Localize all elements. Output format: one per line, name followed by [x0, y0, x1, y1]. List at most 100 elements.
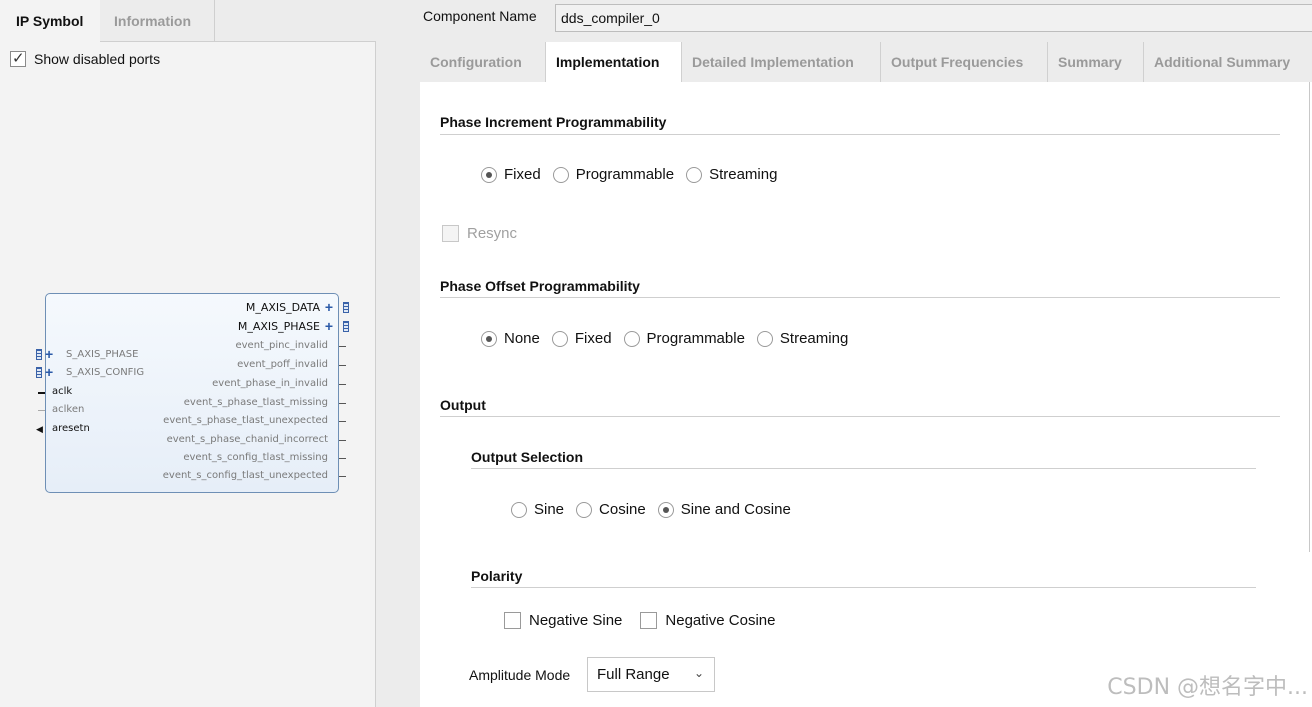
- radio-label[interactable]: Sine and Cosine: [681, 501, 791, 518]
- section-divider: [440, 416, 1280, 417]
- port-aclk: aclk: [52, 386, 73, 397]
- radio-label[interactable]: Streaming: [709, 166, 777, 183]
- radio-phase-inc-streaming[interactable]: [686, 166, 703, 183]
- output-selection-radio-group: Sine Cosine Sine and Cosine: [511, 501, 803, 518]
- section-divider: [471, 587, 1256, 588]
- tab-information[interactable]: Information: [100, 0, 215, 42]
- watermark: CSDN @想名字中...: [1107, 675, 1308, 700]
- port-pin: [339, 365, 346, 366]
- negative-cosine-label[interactable]: Negative Cosine: [665, 612, 775, 629]
- left-tab-bar: IP Symbol Information: [0, 0, 376, 43]
- radio-phase-off-none[interactable]: [481, 330, 497, 347]
- tab-additional-summary[interactable]: Additional Summary: [1144, 42, 1312, 82]
- bus-icon: [343, 321, 349, 332]
- tab-detailed-implementation[interactable]: Detailed Implementation: [682, 42, 881, 82]
- port-event-poff-invalid: event_poff_invalid: [237, 359, 328, 370]
- tab-configuration[interactable]: Configuration: [420, 42, 546, 82]
- amplitude-mode-label: Amplitude Mode: [469, 667, 571, 683]
- tab-implementation[interactable]: Implementation: [546, 42, 682, 83]
- port-m-axis-phase: M_AXIS_PHASE: [237, 320, 320, 333]
- port-event-s-phase-chanid-incorrect: event_s_phase_chanid_incorrect: [166, 434, 328, 445]
- ip-symbol-block: M_AXIS_DATA + M_AXIS_PHASE + event_pinc_inva…: [36, 293, 349, 493]
- port-s-axis-phase: S_AXIS_PHASE: [66, 349, 139, 360]
- port-pin: [339, 403, 346, 404]
- radio-phase-off-programmable[interactable]: [623, 330, 640, 347]
- port-event-s-config-tlast-missing: event_s_config_tlast_missing: [183, 452, 328, 463]
- bus-icon: [36, 367, 42, 378]
- check-icon[interactable]: [10, 49, 26, 67]
- output-title: Output: [440, 397, 486, 413]
- port-pin: [339, 421, 346, 422]
- section-divider: [440, 134, 1280, 135]
- show-disabled-ports-label: Show disabled ports: [34, 51, 161, 67]
- tab-summary[interactable]: Summary: [1048, 42, 1144, 82]
- implementation-page: Phase Increment Programmability Fixed Pr…: [420, 82, 1312, 707]
- negative-sine-label[interactable]: Negative Sine: [529, 612, 622, 629]
- output-selection-title: Output Selection: [471, 449, 583, 465]
- component-name-input[interactable]: dds_compiler_0: [555, 4, 1312, 32]
- radio-output-cosine[interactable]: [576, 501, 593, 518]
- plus-icon[interactable]: +: [45, 365, 53, 379]
- radio-output-sine-and-cosine[interactable]: [657, 501, 674, 518]
- port-pin: [339, 476, 346, 477]
- radio-label[interactable]: Cosine: [599, 501, 646, 518]
- port-aclken: aclken: [52, 404, 85, 415]
- port-event-phase-in-invalid: event_phase_in_invalid: [212, 378, 328, 389]
- radio-phase-inc-programmable[interactable]: [552, 166, 569, 183]
- radio-label[interactable]: None: [504, 330, 540, 347]
- plus-icon[interactable]: +: [325, 319, 333, 333]
- radio-phase-inc-fixed[interactable]: [481, 166, 497, 183]
- scrollbar[interactable]: [1309, 82, 1310, 552]
- amplitude-mode-value: Full Range: [597, 666, 670, 683]
- port-event-s-phase-tlast-unexpected: event_s_phase_tlast_unexpected: [163, 415, 328, 426]
- phase-increment-title: Phase Increment Programmability: [440, 114, 667, 130]
- port-pin: [339, 346, 346, 347]
- resync-checkbox[interactable]: Resync: [442, 225, 535, 242]
- radio-label[interactable]: Fixed: [504, 166, 541, 183]
- polarity-checkbox-group: Negative Sine Negative Cosine: [504, 612, 793, 629]
- show-disabled-ports-checkbox[interactable]: Show disabled ports: [10, 49, 160, 69]
- radio-label[interactable]: Streaming: [780, 330, 848, 347]
- radio-label[interactable]: Sine: [534, 501, 564, 518]
- polarity-title: Polarity: [471, 568, 523, 584]
- radio-phase-off-fixed[interactable]: [551, 330, 568, 347]
- section-divider: [440, 297, 1280, 298]
- port-pin: [339, 440, 346, 441]
- inverted-pin-icon: ◀: [36, 424, 43, 434]
- right-panel: Component Name dds_compiler_0 Configurat…: [380, 0, 1312, 707]
- port-event-s-phase-tlast-missing: event_s_phase_tlast_missing: [183, 397, 328, 408]
- tab-output-frequencies[interactable]: Output Frequencies: [881, 42, 1048, 82]
- port-s-axis-config: S_AXIS_CONFIG: [66, 367, 145, 378]
- chevron-down-icon: ⌄: [693, 666, 704, 680]
- port-event-s-config-tlast-unexpected: event_s_config_tlast_unexpected: [162, 470, 328, 481]
- port-m-axis-data: M_AXIS_DATA: [245, 301, 320, 314]
- checkbox-box[interactable]: [442, 225, 459, 242]
- port-pin: [38, 410, 45, 411]
- resync-label: Resync: [467, 225, 518, 242]
- radio-label[interactable]: Programmable: [576, 166, 674, 183]
- port-aresetn: aresetn: [52, 423, 90, 434]
- phase-increment-radio-group: Fixed Programmable Streaming: [481, 166, 789, 183]
- plus-icon[interactable]: +: [325, 300, 333, 314]
- config-tab-bar: Configuration Implementation Detailed Im…: [420, 42, 1312, 83]
- bus-icon: [343, 302, 349, 313]
- plus-icon[interactable]: +: [45, 347, 53, 361]
- radio-phase-off-streaming[interactable]: [756, 330, 773, 347]
- radio-label[interactable]: Fixed: [575, 330, 612, 347]
- radio-label[interactable]: Programmable: [647, 330, 745, 347]
- port-pin: [339, 458, 346, 459]
- negative-sine-checkbox[interactable]: [504, 612, 521, 629]
- section-divider: [471, 468, 1256, 469]
- phase-offset-radio-group: None Fixed Programmable Streaming: [481, 330, 860, 347]
- port-event-pinc-invalid: event_pinc_invalid: [235, 340, 328, 351]
- negative-cosine-checkbox[interactable]: [640, 612, 658, 629]
- amplitude-mode-select[interactable]: Full Range ⌄: [587, 657, 715, 692]
- port-pin: [339, 384, 346, 385]
- bus-icon: [36, 349, 42, 360]
- port-pin: [38, 392, 45, 394]
- phase-offset-title: Phase Offset Programmability: [440, 278, 640, 294]
- radio-output-sine[interactable]: [511, 501, 527, 518]
- left-panel: IP Symbol Information Show disabled port…: [0, 0, 376, 707]
- component-name-label: Component Name: [423, 8, 537, 24]
- tab-ip-symbol[interactable]: IP Symbol: [0, 0, 100, 43]
